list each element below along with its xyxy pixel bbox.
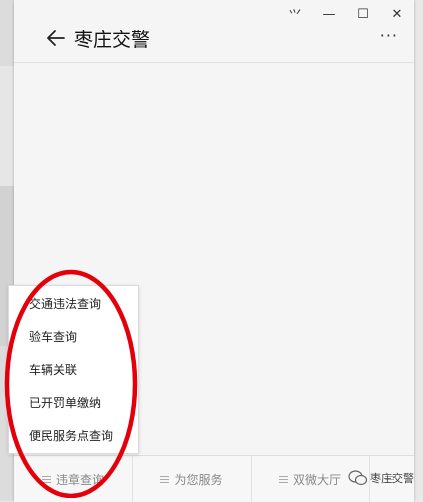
page-header: 枣庄交警 ··· bbox=[14, 20, 414, 62]
watermark: 枣庄交警 bbox=[348, 470, 414, 486]
red-annotation-ellipse bbox=[4, 269, 138, 498]
wechat-icon bbox=[348, 470, 368, 486]
menu-tab-label: 为您服务 bbox=[174, 472, 223, 487]
more-options-button[interactable]: ··· bbox=[380, 26, 398, 45]
page-title: 枣庄交警 bbox=[74, 29, 151, 51]
back-button[interactable] bbox=[44, 26, 68, 50]
background-panel bbox=[0, 66, 14, 186]
menu-lines-icon bbox=[160, 474, 170, 485]
menu-lines-icon bbox=[278, 474, 288, 485]
menu-tab-services[interactable]: 为您服务 bbox=[132, 456, 252, 502]
arrow-left-icon bbox=[47, 30, 65, 46]
watermark-text: 枣庄交警 bbox=[370, 472, 414, 485]
menu-tab-label: 双微大厅 bbox=[292, 472, 341, 487]
